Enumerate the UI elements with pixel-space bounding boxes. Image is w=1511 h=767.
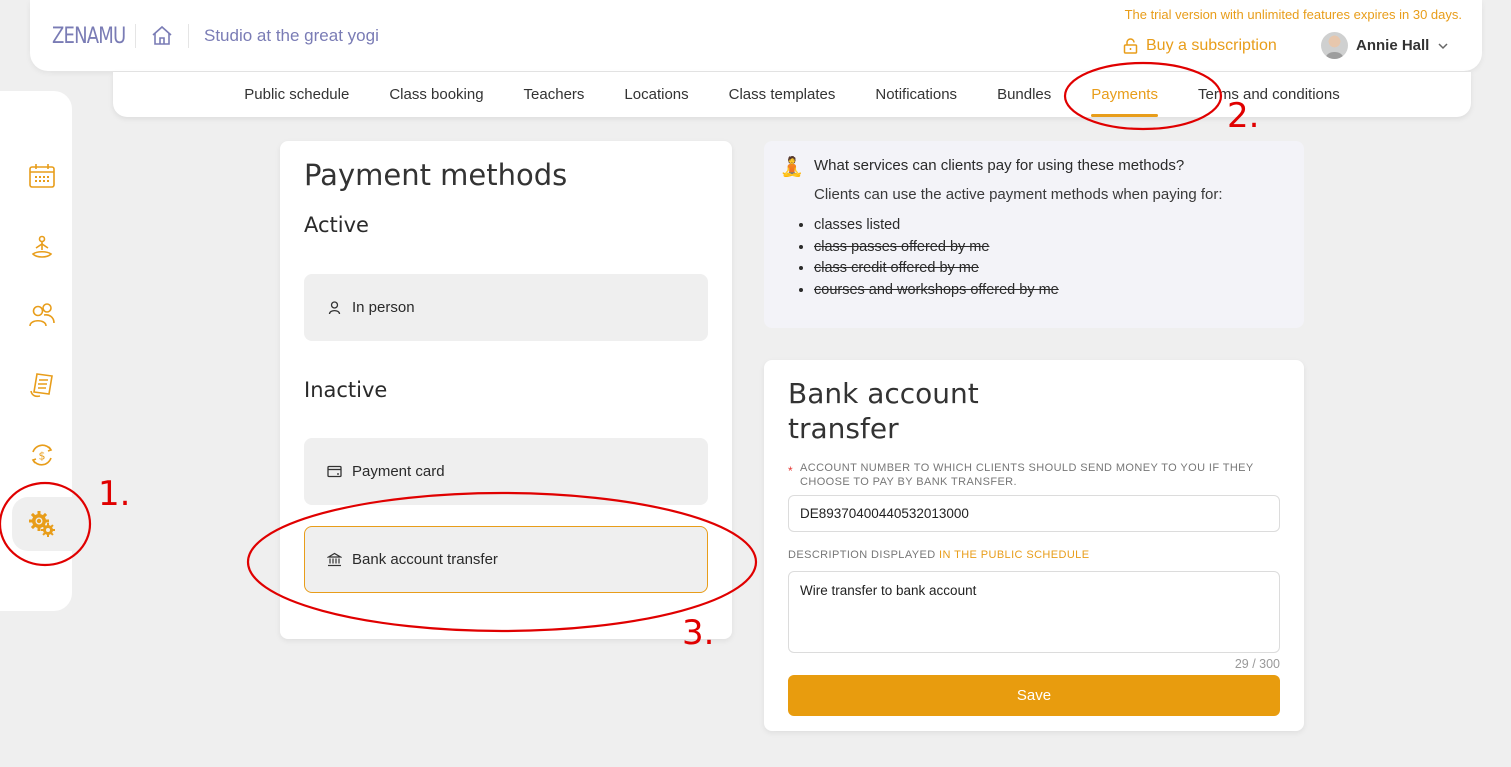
sidebar-item-clients[interactable] <box>12 288 72 342</box>
card-icon <box>327 465 342 478</box>
home-icon[interactable] <box>150 24 174 48</box>
user-name: Annie Hall <box>1356 37 1430 54</box>
settings-gears-icon <box>29 511 55 537</box>
method-label: Payment card <box>352 463 445 480</box>
method-label: In person <box>352 299 415 316</box>
list-item: class passes offered by me <box>814 237 1059 259</box>
tab-class-booking[interactable]: Class booking <box>369 72 503 117</box>
description-label: DESCRIPTION DISPLAYED IN THE PUBLIC SCHE… <box>788 549 1089 561</box>
svg-text:$: $ <box>39 450 46 463</box>
user-menu[interactable]: Annie Hall <box>1321 32 1449 59</box>
buy-subscription-button[interactable]: Buy a subscription <box>1123 37 1277 55</box>
tab-locations[interactable]: Locations <box>604 72 708 117</box>
description-textarea[interactable]: Wire transfer to bank account <box>788 571 1280 653</box>
required-marker: * <box>788 464 793 478</box>
method-in-person[interactable]: In person <box>304 274 708 341</box>
tab-bundles[interactable]: Bundles <box>977 72 1071 117</box>
bank-icon <box>327 552 342 567</box>
tab-notifications[interactable]: Notifications <box>855 72 977 117</box>
settings-tabs: Public schedule Class booking Teachers L… <box>113 72 1471 117</box>
sidebar: $ <box>0 91 72 611</box>
character-counter: 29 / 300 <box>1234 657 1280 671</box>
payment-methods-card: Payment methods Active In person Inactiv… <box>280 141 732 639</box>
divider <box>135 24 136 48</box>
description-label-text: DESCRIPTION DISPLAYED <box>788 549 940 561</box>
method-bank-transfer[interactable]: Bank account transfer <box>304 526 708 593</box>
account-number-input[interactable] <box>788 495 1280 532</box>
inactive-section-title: Inactive <box>304 378 388 402</box>
bank-transfer-form: Bank account transfer * ACCOUNT NUMBER T… <box>764 360 1304 731</box>
info-title: What services can clients pay for using … <box>814 157 1185 174</box>
yoga-icon <box>31 235 53 258</box>
logo[interactable]: ZENAMU <box>52 24 126 49</box>
payment-info-box: 🧘 What services can clients pay for usin… <box>764 141 1304 328</box>
trial-notice: The trial version with unlimited feature… <box>1124 7 1462 22</box>
page-title: Payment methods <box>304 158 568 192</box>
public-schedule-link[interactable]: IN THE PUBLIC SCHEDULE <box>939 549 1089 561</box>
sidebar-item-reports[interactable] <box>12 358 72 412</box>
top-header: ZENAMU Studio at the great yogi The tria… <box>30 0 1482 71</box>
document-icon <box>30 373 53 398</box>
calendar-icon <box>29 164 55 188</box>
unlock-icon <box>1123 38 1138 54</box>
method-label: Bank account transfer <box>352 551 498 568</box>
sidebar-item-schedule[interactable] <box>12 149 72 203</box>
payment-cycle-icon: $ <box>31 444 53 466</box>
avatar <box>1321 32 1348 59</box>
tab-public-schedule[interactable]: Public schedule <box>224 72 369 117</box>
users-icon <box>29 303 55 327</box>
tab-teachers[interactable]: Teachers <box>504 72 605 117</box>
studio-name[interactable]: Studio at the great yogi <box>204 26 379 46</box>
sidebar-item-payments[interactable]: $ <box>12 428 72 482</box>
save-button[interactable]: Save <box>788 675 1280 716</box>
tab-payments[interactable]: Payments <box>1071 72 1178 117</box>
sidebar-item-settings[interactable] <box>12 497 72 551</box>
form-title: Bank account transfer <box>788 377 979 445</box>
list-item: class credit offered by me <box>814 258 1059 280</box>
meditation-emoji-icon: 🧘 <box>780 157 804 178</box>
sidebar-item-classes[interactable] <box>12 221 72 275</box>
info-list: classes listed class passes offered by m… <box>814 215 1059 301</box>
divider <box>188 24 189 48</box>
account-number-label: ACCOUNT NUMBER TO WHICH CLIENTS SHOULD S… <box>800 462 1254 488</box>
tab-terms-and-conditions[interactable]: Terms and conditions <box>1178 72 1360 117</box>
person-icon <box>328 301 341 315</box>
method-payment-card[interactable]: Payment card <box>304 438 708 505</box>
info-subtitle: Clients can use the active payment metho… <box>814 186 1223 203</box>
list-item: courses and workshops offered by me <box>814 280 1059 302</box>
tab-class-templates[interactable]: Class templates <box>709 72 856 117</box>
active-section-title: Active <box>304 213 369 237</box>
buy-subscription-label: Buy a subscription <box>1146 37 1277 54</box>
list-item: classes listed <box>814 215 1059 237</box>
annotation-label-1: 1. <box>98 474 131 514</box>
chevron-down-icon <box>1438 42 1448 49</box>
